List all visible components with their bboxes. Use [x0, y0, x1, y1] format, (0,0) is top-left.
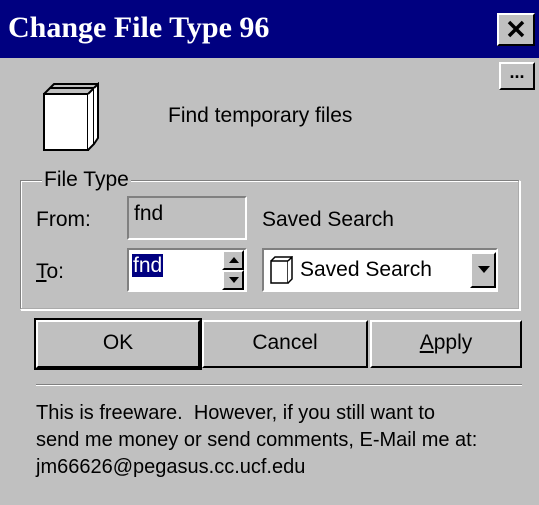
from-field: fnd: [127, 196, 247, 240]
spin-down-button[interactable]: [222, 270, 244, 290]
file-type-legend: File Type: [42, 168, 131, 192]
file-icon: [43, 82, 99, 151]
from-type-label: Saved Search: [262, 208, 394, 231]
file-type-dropdown[interactable]: Saved Search: [262, 248, 498, 292]
description-text: Find temporary files: [168, 104, 353, 127]
extension-spinner[interactable]: [222, 250, 244, 290]
dropdown-selected-value: Saved Search: [300, 258, 432, 281]
to-value: fnd: [132, 254, 164, 277]
window-title: Change File Type 96: [8, 11, 270, 44]
to-label-rest: o:: [46, 260, 65, 283]
ok-button[interactable]: OK: [34, 318, 202, 370]
close-icon: [507, 20, 525, 38]
arrow-down-icon: [229, 277, 239, 283]
document-icon: [270, 256, 293, 284]
freeware-notice: This is freeware. However, if you still …: [36, 400, 531, 481]
contact-email: jm66626@pegasus.cc.ucf.edu: [36, 456, 306, 478]
apply-accel: A: [419, 331, 434, 354]
apply-rest: pply: [433, 331, 473, 354]
to-label-accel: T: [36, 260, 47, 283]
title-bar[interactable]: Change File Type 96: [0, 0, 539, 58]
arrow-up-icon: [229, 257, 239, 263]
from-value: fnd: [134, 202, 164, 225]
freeware-line-1: This is freeware. However, if you still …: [36, 402, 436, 424]
from-label: From:: [36, 208, 91, 231]
cancel-button[interactable]: Cancel: [202, 320, 368, 368]
freeware-line-2: send me money or send comments, E-Mail m…: [36, 429, 478, 451]
close-button[interactable]: [497, 13, 535, 46]
more-button[interactable]: ...: [499, 62, 535, 90]
dropdown-button[interactable]: [470, 252, 496, 288]
chevron-down-icon: [478, 266, 490, 273]
spin-up-button[interactable]: [222, 250, 244, 270]
separator: [36, 384, 522, 386]
apply-button[interactable]: Apply: [370, 320, 522, 368]
to-label: To:: [36, 260, 64, 284]
